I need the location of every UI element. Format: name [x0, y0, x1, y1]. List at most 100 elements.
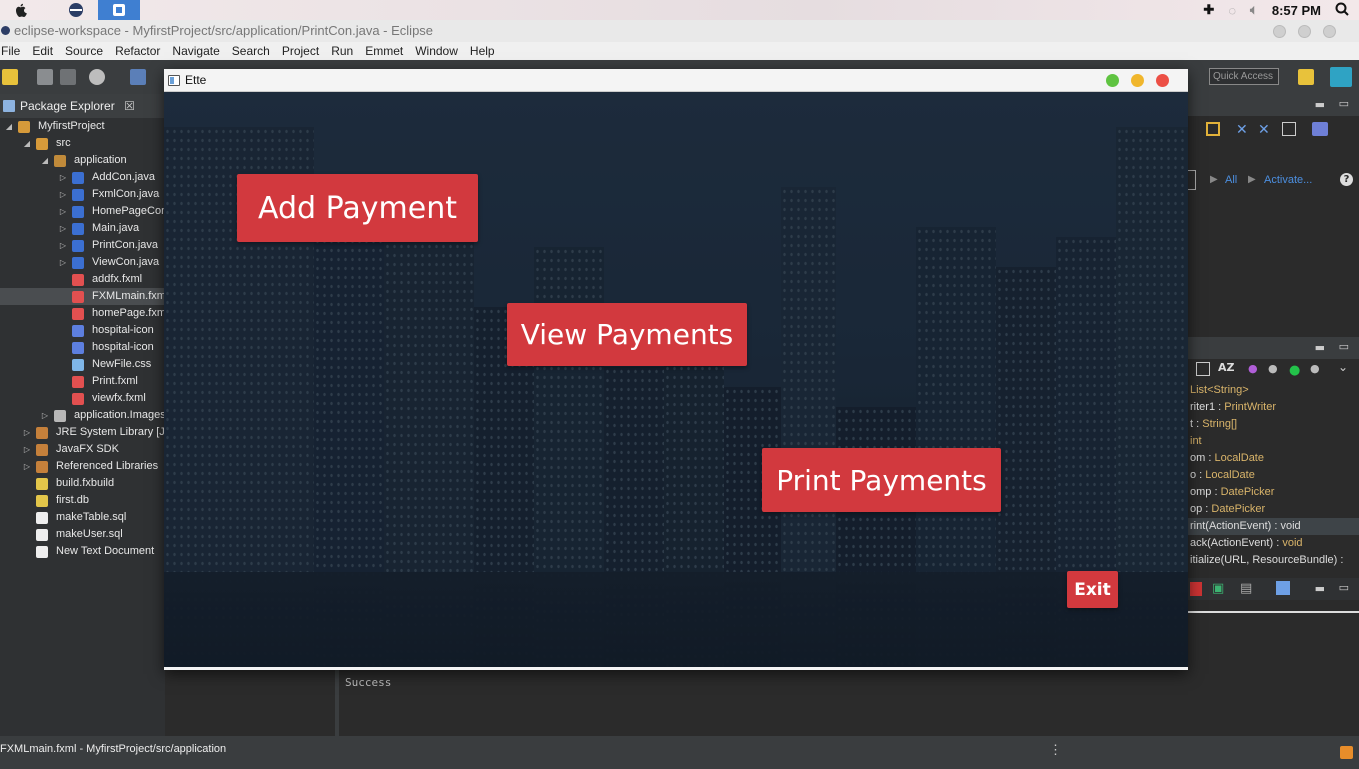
volume-icon[interactable]: 🔈︎ — [1250, 2, 1258, 18]
menu-search[interactable]: Search — [226, 42, 276, 60]
menu-edit[interactable]: Edit — [26, 42, 59, 60]
wifi-icon[interactable]: ◌ — [1228, 3, 1236, 18]
expand-toggle-icon[interactable]: ▷ — [58, 203, 68, 220]
tree-item[interactable]: homePage.fxml — [0, 305, 165, 322]
package-explorer-tab[interactable]: Package Explorer ☒ — [0, 94, 165, 118]
tree-item[interactable]: hospital-icon — [0, 339, 165, 356]
outline-item[interactable]: rint(ActionEvent) : void — [1188, 518, 1359, 535]
expand-toggle-icon[interactable]: ▷ — [58, 220, 68, 237]
tree-item[interactable]: FXMLmain.fxml — [0, 288, 165, 305]
maximize-icon-2[interactable]: ▭ — [1339, 340, 1349, 353]
tree-item[interactable]: makeTable.sql — [0, 509, 165, 526]
maximize-icon-3[interactable]: ▭ — [1339, 581, 1349, 594]
quick-access-input[interactable]: Quick Access — [1209, 68, 1279, 85]
rss-icon[interactable] — [1340, 746, 1353, 759]
outline-item[interactable]: int — [1188, 433, 1359, 450]
menu-project[interactable]: Project — [276, 42, 325, 60]
outline-item[interactable]: itialize(URL, ResourceBundle) : — [1188, 552, 1359, 569]
chevron-down-icon[interactable]: ⌄ — [1338, 360, 1348, 374]
expand-toggle-icon[interactable]: ◢ — [4, 118, 14, 135]
tree-item[interactable]: ◢ application — [0, 152, 165, 169]
menu-source[interactable]: Source — [59, 42, 109, 60]
console-view[interactable]: Success — [335, 670, 1188, 736]
window-minimize-button[interactable] — [1298, 25, 1311, 38]
view-payments-button[interactable]: View Payments — [507, 303, 747, 366]
expand-toggle-icon[interactable]: ▷ — [58, 254, 68, 271]
tree-item[interactable]: ▷ JRE System Library [JavaSE] — [0, 424, 165, 441]
save-all-icon[interactable] — [60, 69, 76, 85]
new-console-icon[interactable] — [1276, 581, 1290, 595]
exit-button[interactable]: Exit — [1067, 571, 1118, 608]
tree-item[interactable]: first.db — [0, 492, 165, 509]
tree-item[interactable]: ▷ application.Images — [0, 407, 165, 424]
new-icon[interactable] — [2, 69, 18, 85]
add-payment-button[interactable]: Add Payment — [237, 174, 478, 242]
tree-item[interactable]: makeUser.sql — [0, 526, 165, 543]
tree-item[interactable]: ▷ JavaFX SDK — [0, 441, 165, 458]
outline-item[interactable]: o : LocalDate — [1188, 467, 1359, 484]
sort-icon[interactable]: AZ — [1218, 361, 1235, 374]
display-icon[interactable]: ▤ — [1240, 581, 1252, 596]
window-close-button[interactable] — [1273, 25, 1286, 38]
all-link[interactable]: All — [1225, 174, 1237, 186]
expand-toggle-icon[interactable]: ▷ — [58, 237, 68, 254]
window-maximize-button[interactable] — [1323, 25, 1336, 38]
outline-item[interactable]: omp : DatePicker — [1188, 484, 1359, 501]
tree-item[interactable]: addfx.fxml — [0, 271, 165, 288]
filter-icon[interactable]: ✕ — [1236, 122, 1248, 138]
activate-link[interactable]: Activate... — [1264, 174, 1312, 186]
save-icon[interactable] — [37, 69, 53, 85]
clock[interactable]: 8:57 PM — [1272, 3, 1321, 18]
tree-item[interactable]: ▷ Main.java — [0, 220, 165, 237]
tree-item[interactable]: ▷ ViewCon.java — [0, 254, 165, 271]
menu-file[interactable]: File — [0, 42, 26, 60]
outline-item[interactable]: riter1 : PrintWriter — [1188, 399, 1359, 416]
minimize-icon[interactable]: ▬ — [1315, 98, 1325, 111]
print-payments-button[interactable]: Print Payments — [762, 448, 1001, 512]
minimize-icon-3[interactable]: ▬ — [1315, 582, 1325, 595]
expand-toggle-icon[interactable]: ▷ — [22, 424, 32, 441]
add-icon[interactable]: ✚ — [1203, 2, 1214, 18]
hide-fields-icon[interactable]: ● — [1248, 362, 1258, 375]
search-icon[interactable] — [1335, 2, 1349, 19]
help-icon[interactable]: ? — [1340, 173, 1353, 186]
menu-run[interactable]: Run — [325, 42, 359, 60]
sync-icon[interactable] — [1312, 122, 1328, 136]
user-icon[interactable] — [89, 69, 105, 85]
app-close-button[interactable] — [1156, 74, 1169, 87]
apple-icon[interactable] — [0, 0, 42, 20]
tree-item[interactable]: ▷ AddCon.java — [0, 169, 165, 186]
outline-item[interactable]: om : LocalDate — [1188, 450, 1359, 467]
expand-toggle-icon[interactable]: ▷ — [22, 458, 32, 475]
tree-item[interactable]: Print.fxml — [0, 373, 165, 390]
minimize-icon-2[interactable]: ▬ — [1315, 341, 1325, 354]
maximize-icon[interactable]: ▭ — [1339, 97, 1349, 110]
expand-toggle-icon[interactable]: ▷ — [40, 407, 50, 424]
open-perspective-icon[interactable] — [1298, 69, 1314, 85]
app-minimize-button[interactable] — [1131, 74, 1144, 87]
local-types-icon[interactable]: ● — [1310, 362, 1320, 375]
tree-item[interactable]: ▷ Referenced Libraries — [0, 458, 165, 475]
tree-item[interactable]: ▷ HomePageCon.java — [0, 203, 165, 220]
public-members-icon[interactable]: ● — [1289, 363, 1300, 378]
tree-item[interactable]: ▷ FxmlCon.java — [0, 186, 165, 203]
console-icon[interactable] — [1190, 582, 1202, 596]
outline-item[interactable]: ack(ActionEvent) : void — [1188, 535, 1359, 552]
app-maximize-button[interactable] — [1106, 74, 1119, 87]
tree-item[interactable]: ◢ MyfirstProject — [0, 118, 165, 135]
filter2-icon[interactable]: ✕ — [1258, 122, 1270, 138]
menu-help[interactable]: Help — [464, 42, 501, 60]
debug-icon[interactable] — [130, 69, 146, 85]
expand-toggle-icon[interactable]: ▷ — [22, 441, 32, 458]
tree-item[interactable]: viewfx.fxml — [0, 390, 165, 407]
tree-item[interactable]: build.fxbuild — [0, 475, 165, 492]
tree-item[interactable]: ▷ PrintCon.java — [0, 237, 165, 254]
expand-toggle-icon[interactable]: ▷ — [58, 169, 68, 186]
pin-icon[interactable]: ▣ — [1212, 581, 1224, 596]
browser-dock-icon[interactable] — [55, 0, 97, 20]
close-icon[interactable]: ☒ — [124, 99, 135, 113]
tree-item[interactable]: NewFile.css — [0, 356, 165, 373]
tree-item[interactable]: New Text Document — [0, 543, 165, 560]
tree-item[interactable]: hospital-icon — [0, 322, 165, 339]
outline-item[interactable]: List<String> — [1188, 382, 1359, 399]
